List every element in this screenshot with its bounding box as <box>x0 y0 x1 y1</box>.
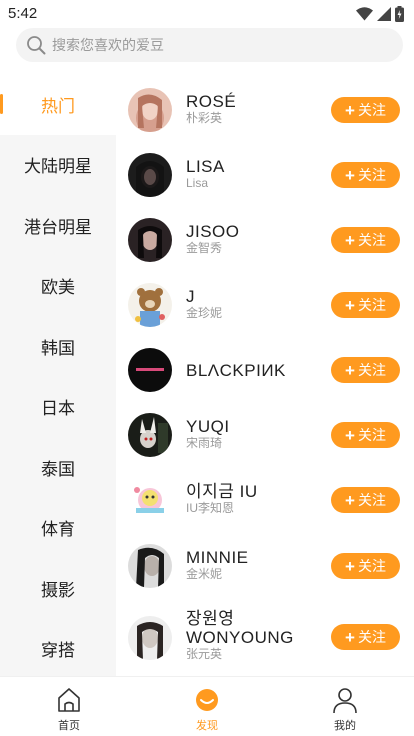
plus-icon: + <box>345 360 355 380</box>
idol-name: JISOO <box>186 222 240 241</box>
plus-icon: + <box>345 295 355 315</box>
category-korea[interactable]: 韩国 <box>0 316 116 377</box>
list-item[interactable]: LISA Lisa + 关注 <box>116 153 414 217</box>
idol-name: BLΛCKPIИK <box>186 361 286 380</box>
tab-profile[interactable]: 我的 <box>276 677 414 736</box>
follow-button[interactable]: + 关注 <box>331 553 400 579</box>
tab-home-label: 首页 <box>58 720 80 732</box>
avatar[interactable] <box>128 218 172 262</box>
idol-list: ROSÉ 朴彩英 + 关注 LISA Lisa + 关注 JISOO 金智秀 + 关注… <box>116 74 414 676</box>
category-thailand[interactable]: 泰国 <box>0 437 116 498</box>
category-outfit[interactable]: 穿搭 <box>0 619 116 677</box>
plus-icon: + <box>345 425 355 445</box>
avatar[interactable] <box>128 478 172 522</box>
tab-discover-label: 发现 <box>196 720 218 732</box>
idol-subtitle: 金珍妮 <box>186 306 223 320</box>
list-item[interactable]: MINNIE 金米妮 + 关注 <box>116 544 414 608</box>
bottom-tab-bar: 首页 发现 我的 <box>0 676 414 736</box>
idol-name: 이지금 IU <box>186 482 258 501</box>
plus-icon: + <box>345 627 355 647</box>
list-item[interactable]: BLΛCKPIИK + 关注 <box>116 348 414 412</box>
status-time: 5:42 <box>8 5 38 22</box>
avatar[interactable] <box>128 153 172 197</box>
follow-button[interactable]: + 关注 <box>331 624 400 650</box>
plus-icon: + <box>345 490 355 510</box>
category-hot[interactable]: 热门 <box>0 74 116 135</box>
category-hk-tw[interactable]: 港台明星 <box>0 195 116 256</box>
follow-button[interactable]: + 关注 <box>331 292 400 318</box>
avatar[interactable] <box>128 544 172 588</box>
idol-subtitle: 金智秀 <box>186 241 223 255</box>
plus-icon: + <box>345 230 355 250</box>
status-icons <box>356 6 404 22</box>
avatar[interactable] <box>128 348 172 392</box>
status-bar: 5:42 <box>0 0 414 28</box>
home-icon <box>58 688 80 712</box>
category-japan[interactable]: 日本 <box>0 377 116 438</box>
idol-name: J <box>186 287 195 306</box>
search-placeholder[interactable]: 搜索您喜欢的爱豆 <box>52 35 164 55</box>
follow-button[interactable]: + 关注 <box>331 422 400 448</box>
list-item[interactable]: YUQI 宋雨琦 + 关注 <box>116 413 414 477</box>
list-item[interactable]: ROSÉ 朴彩英 + 关注 <box>116 88 414 152</box>
follow-button[interactable]: + 关注 <box>331 97 400 123</box>
idol-subtitle: IU李知恩 <box>186 501 235 515</box>
follow-button[interactable]: + 关注 <box>331 162 400 188</box>
search-icon <box>27 36 46 55</box>
category-photography[interactable]: 摄影 <box>0 558 116 619</box>
list-item[interactable]: 장원영 WONYOUNG 张元英 + 关注 <box>116 609 414 676</box>
battery-icon <box>395 6 404 22</box>
plus-icon: + <box>345 100 355 120</box>
profile-icon <box>333 688 357 714</box>
idol-name: YUQI <box>186 417 230 436</box>
idol-subtitle: Lisa <box>186 176 209 190</box>
tab-profile-label: 我的 <box>334 720 356 732</box>
idol-name-line1: 장원영 <box>186 609 235 628</box>
search-bar[interactable]: 搜索您喜欢的爱豆 <box>16 28 403 62</box>
idol-name: ROSÉ <box>186 92 237 111</box>
signal-icon <box>377 7 391 21</box>
idol-subtitle: 朴彩英 <box>186 111 223 125</box>
avatar[interactable] <box>128 413 172 457</box>
list-item[interactable]: JISOO 金智秀 + 关注 <box>116 218 414 282</box>
category-western[interactable]: 欧美 <box>0 256 116 317</box>
idol-subtitle: 宋雨琦 <box>186 436 223 450</box>
wifi-icon <box>356 7 373 21</box>
avatar[interactable] <box>128 616 172 660</box>
discover-icon <box>196 689 218 711</box>
idol-name: LISA <box>186 157 225 176</box>
follow-button[interactable]: + 关注 <box>331 487 400 513</box>
category-sidebar: 热门 大陆明星 港台明星 欧美 韩国 日本 泰国 体育 摄影 穿搭 <box>0 74 116 676</box>
list-item[interactable]: J 金珍妮 + 关注 <box>116 283 414 347</box>
tab-discover[interactable]: 发现 <box>138 677 276 736</box>
plus-icon: + <box>345 165 355 185</box>
avatar[interactable] <box>128 283 172 327</box>
follow-button[interactable]: + 关注 <box>331 227 400 253</box>
plus-icon: + <box>345 556 355 576</box>
idol-name-line2: WONYOUNG <box>186 628 294 647</box>
idol-subtitle: 张元英 <box>186 647 223 661</box>
category-mainland[interactable]: 大陆明星 <box>0 135 116 196</box>
list-item[interactable]: 이지금 IU IU李知恩 + 关注 <box>116 478 414 542</box>
idol-subtitle: 金米妮 <box>186 567 223 581</box>
avatar[interactable] <box>128 88 172 132</box>
follow-button[interactable]: + 关注 <box>331 357 400 383</box>
idol-name: MINNIE <box>186 548 249 567</box>
category-sports[interactable]: 体育 <box>0 498 116 559</box>
tab-home[interactable]: 首页 <box>0 677 138 736</box>
